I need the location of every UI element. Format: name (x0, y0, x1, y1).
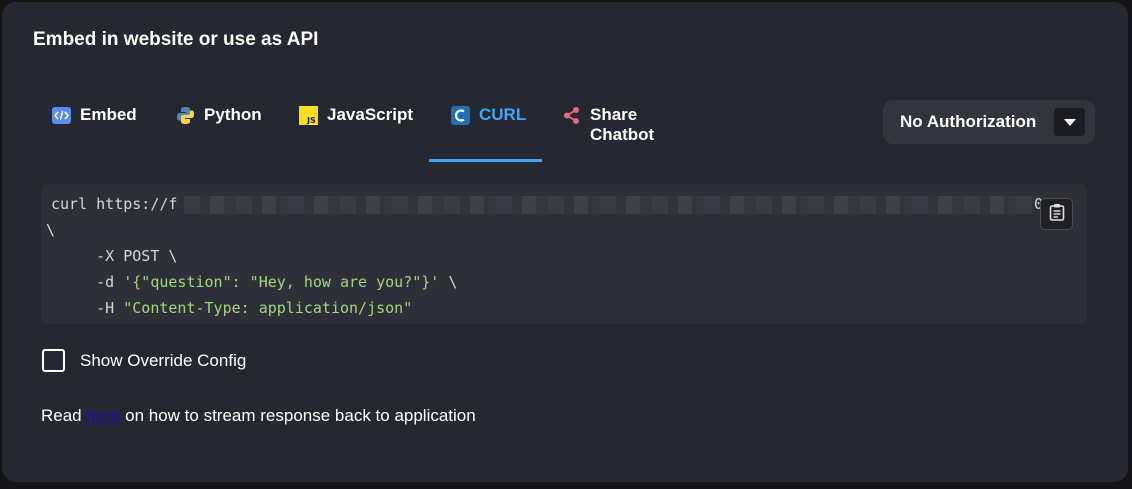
tab-curl-label: CURL (479, 105, 527, 124)
code-line-4: -d '{"question": "Hey, how are you?"}' \ (51, 269, 457, 295)
code-line-5: -H "Content-Type: application/json" (51, 295, 412, 321)
tab-python[interactable]: Python (175, 98, 262, 162)
stream-docs-link[interactable]: here (86, 406, 120, 425)
copy-button[interactable] (1040, 198, 1073, 230)
authorization-select-value: No Authorization (900, 112, 1037, 131)
code-line-5-prefix: -H (51, 299, 124, 317)
javascript-icon: JS (298, 105, 318, 125)
tab-python-label: Python (204, 105, 262, 124)
redacted-url (184, 196, 1040, 214)
authorization-select[interactable]: No Authorization (883, 100, 1095, 144)
code-line-3: -X POST \ (51, 247, 178, 265)
stream-note: Read here on how to stream response back… (41, 406, 476, 426)
tab-embed-label: Embed (80, 105, 137, 124)
share-icon (562, 105, 581, 125)
tab-javascript[interactable]: JS JavaScript (298, 98, 413, 162)
code-line-5-string: "Content-Type: application/json" (123, 299, 413, 317)
clipboard-icon (1049, 203, 1065, 226)
code-line-4-prefix: -d (51, 273, 124, 291)
dialog-title: Embed in website or use as API (33, 29, 319, 50)
override-config-toggle[interactable]: Show Override Config (42, 349, 246, 372)
svg-text:JS: JS (306, 116, 316, 125)
curl-icon (450, 105, 470, 125)
stream-note-prefix: Read (41, 406, 87, 425)
code-block: curl https://f 0 \ -X POST \ -d '{"quest… (41, 184, 1087, 324)
python-icon (175, 105, 195, 125)
active-tab-indicator (429, 159, 542, 162)
tab-share-chatbot[interactable]: Share Chatbot (562, 98, 655, 162)
tab-javascript-label: JavaScript (327, 105, 413, 124)
embed-code-icon (51, 105, 71, 125)
code-line-4-suffix: \ (439, 273, 458, 291)
code-line-4-string: '{"question": "Hey, how are you?"}' (123, 273, 440, 291)
tab-curl[interactable]: CURL (450, 98, 526, 162)
tab-embed[interactable]: Embed (51, 98, 137, 162)
override-config-checkbox[interactable] (42, 349, 65, 372)
chevron-down-icon[interactable] (1054, 108, 1085, 136)
override-config-label: Show Override Config (80, 350, 247, 370)
tab-share-chatbot-label: Share Chatbot (590, 105, 655, 144)
code-line-1: curl https://f (51, 195, 178, 213)
code-line-2: \ (46, 221, 56, 239)
stream-note-suffix: on how to stream response back to applic… (120, 406, 476, 425)
